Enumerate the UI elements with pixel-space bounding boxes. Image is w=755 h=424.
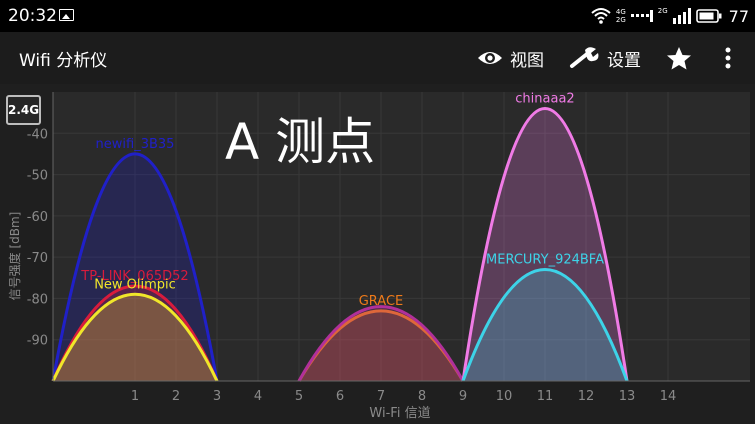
y-tick-label: -70 (27, 251, 48, 266)
network2-label: 2G (657, 7, 668, 15)
x-tick-label: 2 (172, 389, 180, 404)
series-label: newifi_3B35 (96, 137, 175, 152)
x-tick-label: 1 (131, 389, 139, 404)
view-button-label: 视图 (510, 50, 544, 71)
wifi-channel-chart: newifi_3B35TP-LINK_065D52New OlimpicGRAC… (7, 92, 750, 421)
x-tick-label: 5 (295, 389, 303, 404)
wifi-icon (591, 8, 611, 24)
x-tick-label: 13 (619, 389, 636, 404)
eye-icon (478, 52, 502, 64)
signal-dots-icon (630, 10, 653, 22)
y-tick-label: -90 (27, 334, 48, 349)
x-tick-label: 12 (578, 389, 595, 404)
network-top-label: 4G (615, 8, 626, 16)
favorite-button[interactable] (666, 44, 692, 72)
status-time: 20:32 (8, 6, 57, 26)
image-notification-icon (59, 9, 74, 21)
x-axis-label: Wi-Fi 信道 (369, 406, 430, 421)
x-tick-label: 8 (418, 389, 426, 404)
series-label: chinaaa2 (515, 92, 574, 107)
x-tick-label: 11 (537, 389, 554, 404)
star-icon (667, 47, 691, 70)
more-options-button[interactable] (722, 44, 734, 72)
app-title: Wifi 分析仪 (19, 51, 108, 71)
series-label: MERCURY_924BFA (486, 253, 604, 268)
x-tick-label: 6 (336, 389, 344, 404)
status-bar: 20:32 4G 2G 2G 77 (0, 0, 755, 32)
settings-button[interactable]: 设置 (569, 44, 641, 72)
y-tick-label: -60 (27, 210, 48, 225)
battery-icon (695, 9, 722, 23)
more-vert-icon (725, 47, 731, 69)
network-bottom-label: 2G (615, 16, 626, 24)
x-tick-label: 7 (377, 389, 385, 404)
wrench-icon (570, 47, 599, 68)
signal-bars-icon (672, 8, 691, 24)
x-tick-label: 3 (213, 389, 221, 404)
series-label: New Olimpic (94, 277, 176, 292)
status-icons: 4G 2G 2G 77 (591, 5, 749, 27)
x-tick-label: 4 (254, 389, 262, 404)
band-toggle-button[interactable]: 2.4G (6, 95, 41, 125)
y-tick-label: -40 (27, 127, 48, 142)
y-tick-label: -80 (27, 292, 48, 307)
y-axis-label: 信号强度 [dBm] (7, 212, 22, 301)
x-tick-label: 14 (660, 389, 677, 404)
network-type-label: 4G 2G (616, 8, 626, 24)
x-tick-label: 10 (496, 389, 513, 404)
settings-button-label: 设置 (607, 50, 641, 71)
app-bar: Wifi 分析仪 视图 设置 (0, 32, 755, 84)
view-button[interactable]: 视图 (476, 44, 544, 72)
measurement-point-label: A 测点 (225, 113, 375, 171)
series-label: GRACE (359, 294, 404, 309)
y-tick-label: -50 (27, 169, 48, 184)
x-tick-label: 9 (459, 389, 467, 404)
battery-percent: 77 (728, 6, 749, 26)
